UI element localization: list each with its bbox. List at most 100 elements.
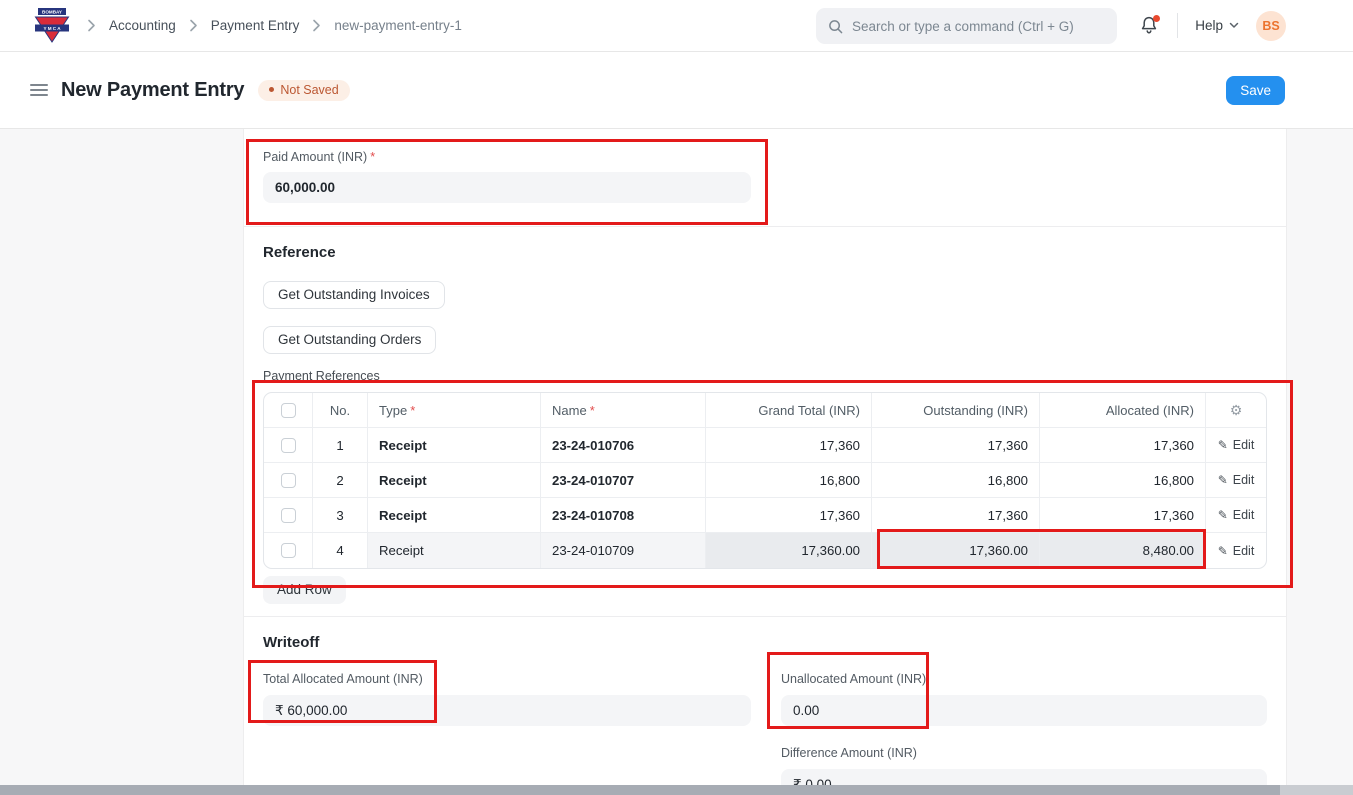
total-allocated-field[interactable]: ₹ 60,000.00 (263, 695, 751, 726)
status-dot-icon (269, 87, 274, 92)
status-badge: Not Saved (258, 80, 349, 101)
save-button[interactable]: Save (1226, 76, 1285, 105)
gear-icon[interactable]: ⚙ (1230, 402, 1243, 419)
payment-entry-page: BOMBAY Y M C A Accounting Payment Entry … (0, 0, 1353, 795)
sidebar-toggle-icon[interactable] (30, 84, 48, 96)
table-row: 2 Receipt 23-24-010707 16,800 16,800 16,… (264, 463, 1266, 498)
row-grand-total-cell[interactable]: 17,360.00 (706, 533, 872, 568)
pencil-icon: ✎ (1218, 508, 1228, 522)
row-edit-cell: ✎ Edit (1206, 533, 1266, 568)
unallocated-label: Unallocated Amount (INR) (781, 672, 1267, 686)
row-checkbox[interactable] (281, 438, 296, 453)
row-outstanding-cell[interactable]: 17,360 (872, 428, 1040, 462)
logo-text-line1: BOMBAY (42, 9, 62, 14)
writeoff-right-column: Unallocated Amount (INR) 0.00 Difference… (781, 672, 1267, 794)
paid-amount-label-text: Paid Amount (INR) (263, 150, 367, 164)
navbar-divider (1177, 13, 1178, 38)
section-divider (244, 616, 1286, 617)
row-allocated-cell[interactable]: 17,360 (1040, 428, 1206, 462)
paid-amount-field[interactable]: 60,000.00 (263, 172, 751, 203)
horizontal-scrollbar[interactable] (0, 785, 1280, 795)
row-outstanding-cell[interactable]: 17,360.00 (872, 533, 1040, 568)
edit-label: Edit (1233, 473, 1255, 487)
row-edit-cell: ✎ Edit (1206, 498, 1266, 532)
edit-label: Edit (1233, 508, 1255, 522)
row-number: 1 (313, 428, 368, 462)
horizontal-scrollbar-track (0, 785, 1353, 795)
edit-label: Edit (1233, 544, 1255, 558)
payment-references-grid: No. Type* Name* Grand Total (INR) Outsta… (263, 392, 1267, 569)
row-name-cell[interactable]: 23-24-010709 (541, 533, 706, 568)
chevron-right-icon (87, 19, 96, 32)
row-type-cell[interactable]: Receipt (368, 463, 541, 497)
page-title: New Payment Entry (61, 79, 244, 102)
paid-amount-value: 60,000.00 (275, 180, 335, 195)
form-column: Paid Amount (INR)* 60,000.00 Reference G… (243, 129, 1287, 794)
row-name-cell[interactable]: 23-24-010707 (541, 463, 706, 497)
get-outstanding-invoices-button[interactable]: Get Outstanding Invoices (263, 281, 445, 309)
edit-row-button[interactable]: ✎ Edit (1218, 473, 1255, 487)
help-menu[interactable]: Help (1195, 18, 1239, 33)
breadcrumb-payment-entry[interactable]: Payment Entry (211, 18, 300, 33)
table-row: 1 Receipt 23-24-010706 17,360 17,360 17,… (264, 428, 1266, 463)
row-type-cell[interactable]: Receipt (368, 498, 541, 532)
row-allocated-cell[interactable]: 17,360 (1040, 498, 1206, 532)
grid-header-row: No. Type* Name* Grand Total (INR) Outsta… (264, 393, 1266, 428)
header-no: No. (313, 393, 368, 427)
row-allocated-cell[interactable]: 16,800 (1040, 463, 1206, 497)
row-name-cell[interactable]: 23-24-010706 (541, 428, 706, 462)
row-name-cell[interactable]: 23-24-010708 (541, 498, 706, 532)
search-input[interactable] (852, 19, 1105, 34)
edit-row-button[interactable]: ✎ Edit (1218, 544, 1255, 558)
row-grand-total-cell[interactable]: 17,360 (706, 498, 872, 532)
row-grand-total-cell[interactable]: 17,360 (706, 428, 872, 462)
select-all-cell (264, 393, 313, 427)
breadcrumb-current-doc[interactable]: new-payment-entry-1 (334, 18, 462, 33)
breadcrumb-accounting[interactable]: Accounting (109, 18, 176, 33)
row-type-cell[interactable]: Receipt (368, 428, 541, 462)
row-checkbox[interactable] (281, 543, 296, 558)
bombay-ymca-logo[interactable]: BOMBAY Y M C A (33, 7, 71, 45)
row-number: 3 (313, 498, 368, 532)
row-allocated-cell[interactable]: 8,480.00 (1040, 533, 1206, 568)
unallocated-field[interactable]: 0.00 (781, 695, 1267, 726)
row-check-cell (264, 463, 313, 497)
notifications-button[interactable] (1140, 15, 1160, 37)
row-outstanding-cell[interactable]: 17,360 (872, 498, 1040, 532)
logo-text-line2: Y M C A (43, 26, 61, 31)
row-check-cell (264, 533, 313, 568)
header-allocated: Allocated (INR) (1040, 393, 1206, 427)
row-check-cell (264, 498, 313, 532)
row-type-cell[interactable]: Receipt (368, 533, 541, 568)
unallocated-value: 0.00 (793, 703, 819, 718)
pencil-icon: ✎ (1218, 473, 1228, 487)
row-checkbox[interactable] (281, 508, 296, 523)
global-search[interactable] (816, 8, 1117, 44)
row-checkbox[interactable] (281, 473, 296, 488)
table-row-active: 4 Receipt 23-24-010709 17,360.00 17,360.… (264, 533, 1266, 568)
row-grand-total-cell[interactable]: 16,800 (706, 463, 872, 497)
edit-row-button[interactable]: ✎ Edit (1218, 438, 1255, 452)
paid-amount-label: Paid Amount (INR)* (263, 150, 1267, 164)
add-row-button[interactable]: Add Row (263, 576, 346, 604)
notification-dot (1153, 15, 1160, 22)
section-divider (244, 226, 1286, 227)
edit-label: Edit (1233, 438, 1255, 452)
writeoff-fields: Total Allocated Amount (INR) ₹ 60,000.00… (263, 672, 1267, 794)
pencil-icon: ✎ (1218, 544, 1228, 558)
select-all-checkbox[interactable] (281, 403, 296, 418)
chevron-down-icon (1229, 22, 1239, 29)
help-label: Help (1195, 18, 1223, 33)
user-avatar[interactable]: BS (1256, 11, 1286, 41)
required-marker: * (590, 403, 595, 418)
get-outstanding-orders-button[interactable]: Get Outstanding Orders (263, 326, 436, 354)
required-marker: * (410, 403, 415, 418)
row-outstanding-cell[interactable]: 16,800 (872, 463, 1040, 497)
total-allocated-label: Total Allocated Amount (INR) (263, 672, 751, 686)
row-check-cell (264, 428, 313, 462)
header-type: Type* (368, 393, 541, 427)
grid-settings-cell: ⚙ (1206, 393, 1266, 427)
header-type-text: Type (379, 403, 407, 418)
writeoff-section-heading: Writeoff (263, 634, 1267, 651)
edit-row-button[interactable]: ✎ Edit (1218, 508, 1255, 522)
